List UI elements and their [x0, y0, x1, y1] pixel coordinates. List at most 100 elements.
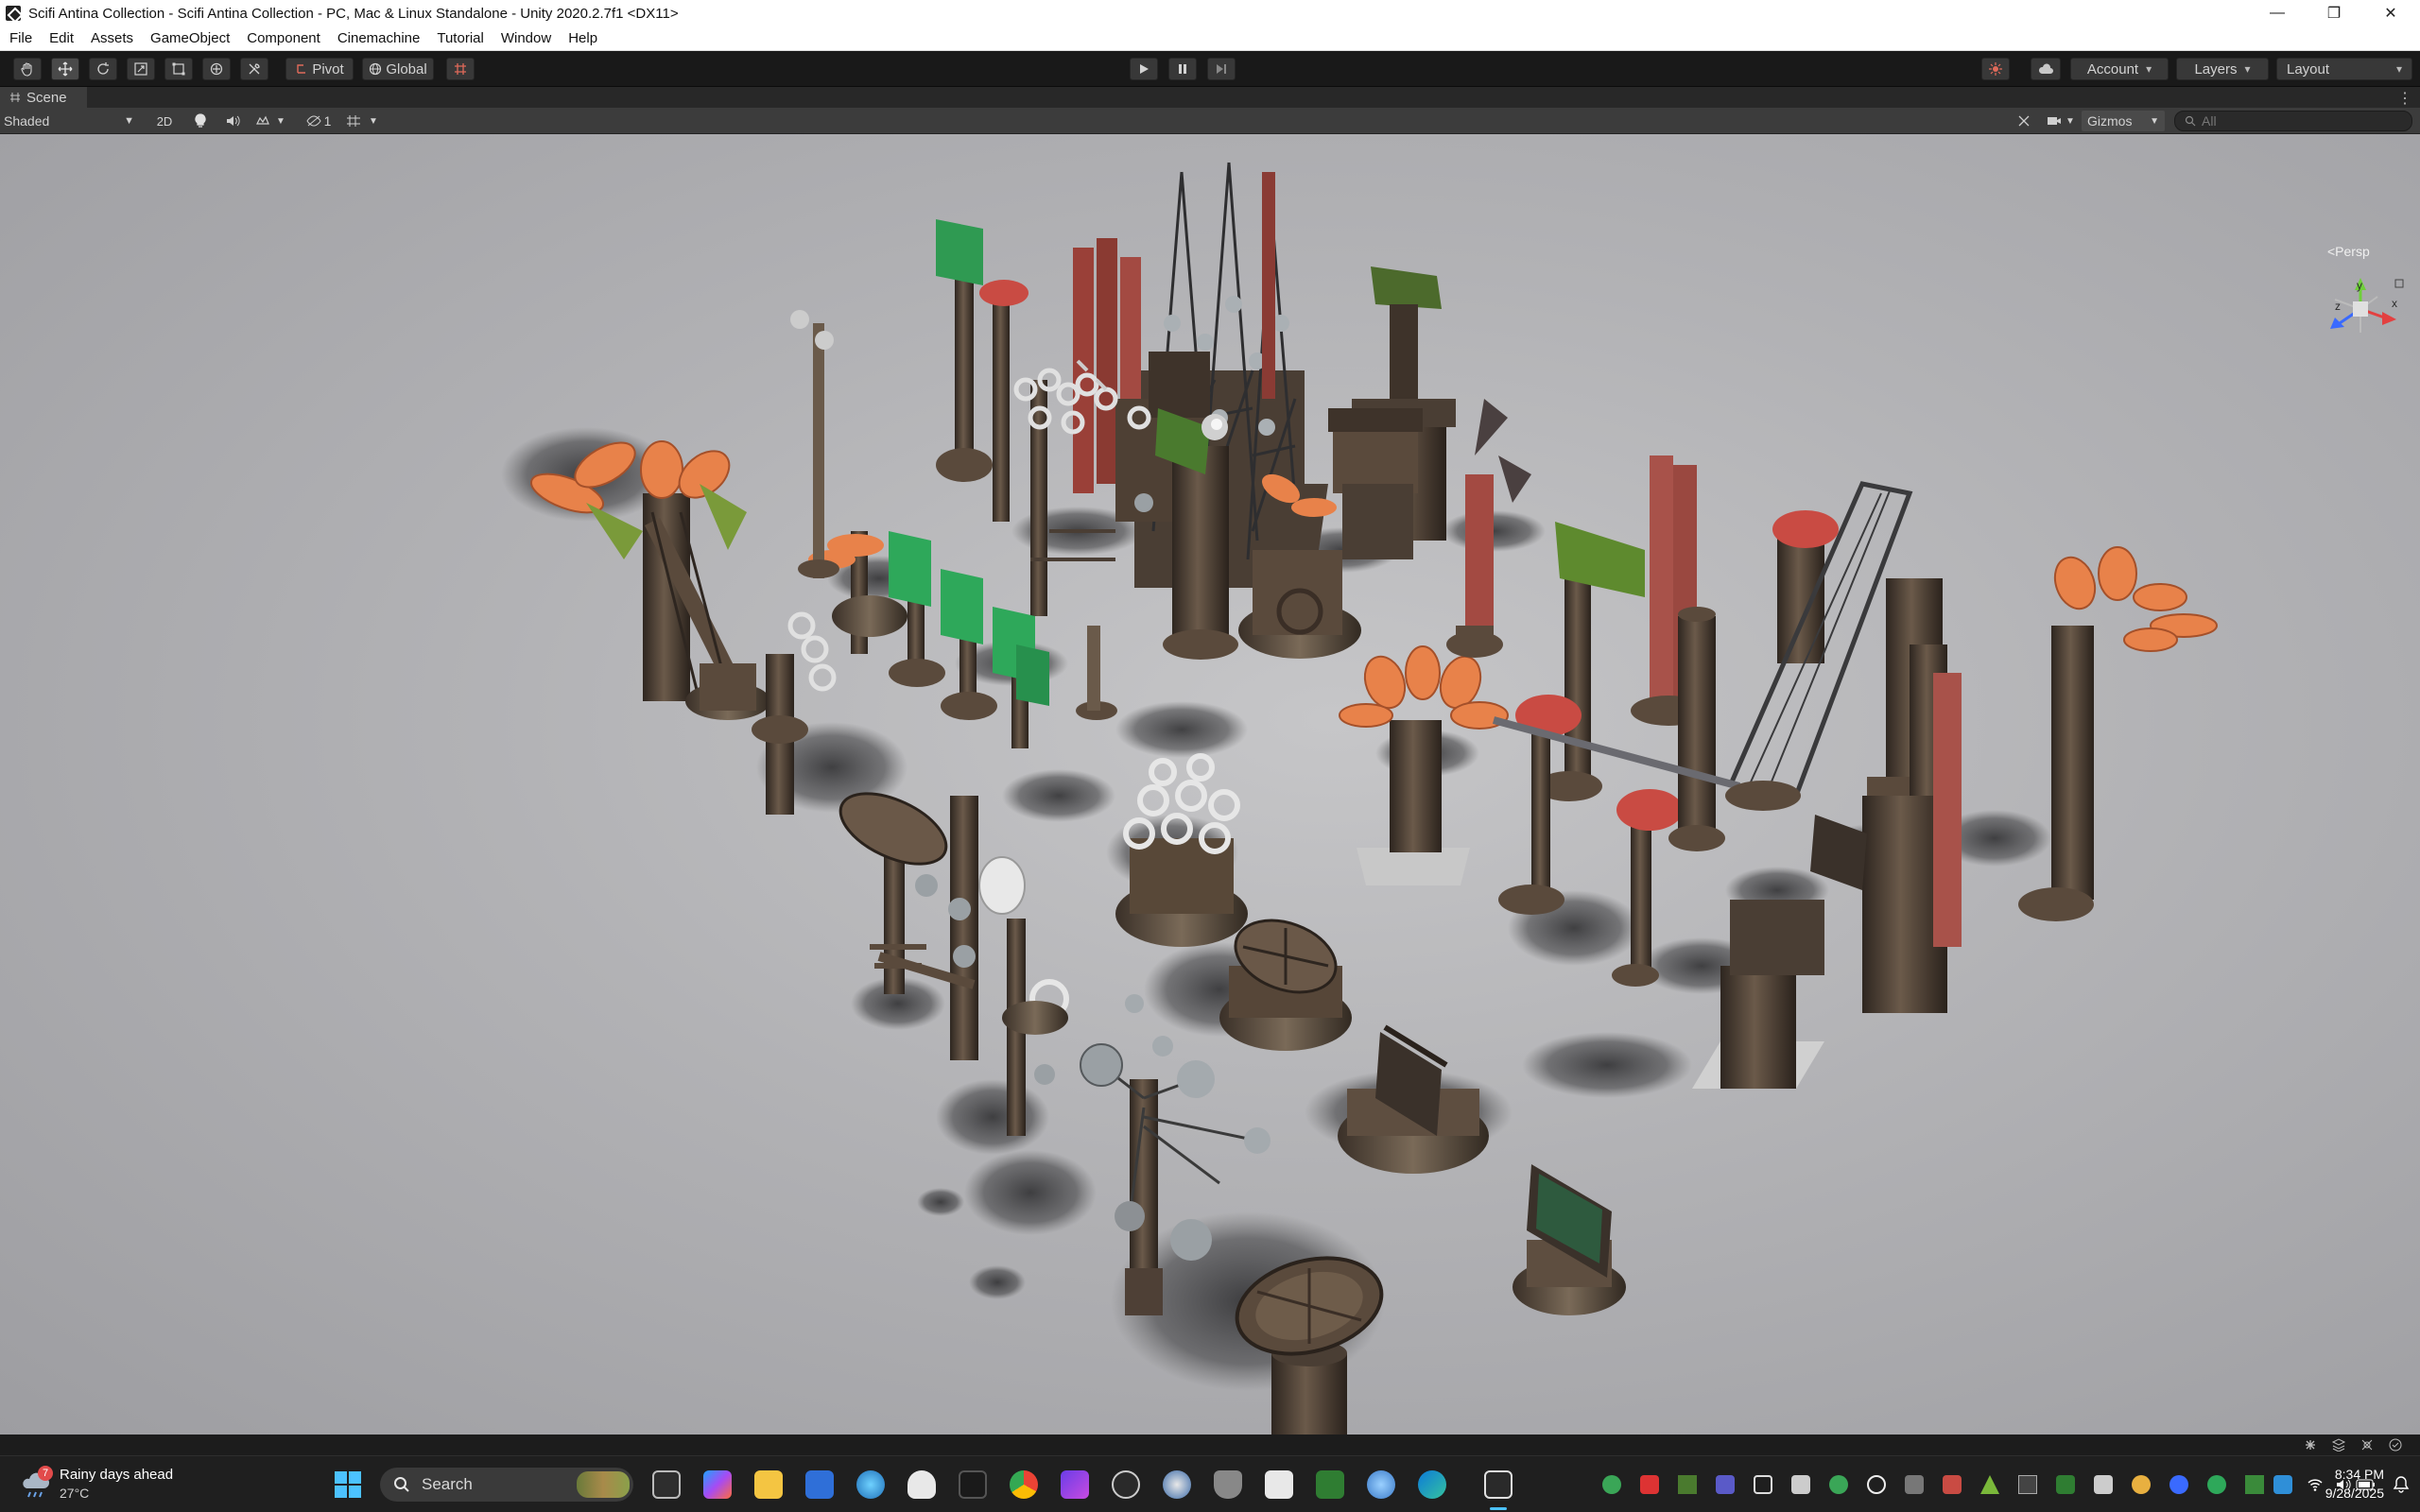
earth-app-icon[interactable]	[1367, 1470, 1395, 1499]
hand-tool-button[interactable]	[13, 58, 42, 80]
steam-icon[interactable]	[1112, 1470, 1140, 1499]
scene-tab-header: Scene ⋮	[0, 87, 2420, 108]
search-highlight-image	[577, 1471, 630, 1498]
audio-toggle[interactable]	[219, 111, 246, 131]
chevron-down-icon: ▼	[276, 115, 285, 127]
taskbar-search-box[interactable]: Search	[380, 1468, 633, 1502]
account-dropdown[interactable]: Account	[2070, 58, 2169, 80]
transform-tool-button[interactable]	[202, 58, 231, 80]
play-button[interactable]	[1130, 58, 1158, 80]
move-tool-button[interactable]	[51, 58, 79, 80]
draw-mode-dropdown[interactable]: Shaded ▼	[4, 111, 140, 131]
sheet-tray-icon[interactable]	[2245, 1475, 2264, 1494]
yellow-tray-icon[interactable]	[2132, 1475, 2151, 1494]
tab-options-icon[interactable]: ⋮	[2397, 89, 2412, 108]
nvidia-tray-icon[interactable]	[2056, 1475, 2075, 1494]
gizmos-dropdown[interactable]: Gizmos ▼	[2082, 111, 2165, 131]
xbox-tray-icon[interactable]	[1602, 1475, 1621, 1494]
clock-date[interactable]: 9/28/2025	[2297, 1486, 2384, 1501]
projection-label[interactable]: <Persp	[2327, 244, 2370, 259]
microphone-app-icon[interactable]	[1214, 1470, 1242, 1499]
microsoft-store-icon[interactable]	[805, 1470, 834, 1499]
dropbox-tray-icon[interactable]	[2273, 1475, 2292, 1494]
custom-tool-button[interactable]	[240, 58, 268, 80]
menu-cinemachine[interactable]: Cinemachine	[329, 30, 429, 46]
effects-dropdown[interactable]: ▼	[251, 111, 289, 131]
hidden-objects-toggle[interactable]: 1	[301, 111, 337, 131]
green-tray-icon[interactable]	[1829, 1475, 1848, 1494]
weather-widget[interactable]: 7	[19, 1466, 53, 1502]
step-button[interactable]	[1207, 58, 1236, 80]
maximize-button[interactable]: ❐	[2307, 0, 2361, 26]
edge-icon[interactable]	[1418, 1470, 1446, 1499]
check-circle-icon[interactable]	[2388, 1437, 2403, 1452]
menu-file[interactable]: File	[1, 30, 41, 46]
alien-app-icon[interactable]	[908, 1470, 936, 1499]
notepad-icon[interactable]	[1265, 1470, 1293, 1499]
notification-bell-icon[interactable]	[2392, 1475, 2411, 1494]
camera-dropdown[interactable]: ▼	[2042, 111, 2080, 131]
scene-search-input[interactable]: All	[2174, 111, 2412, 131]
menu-window[interactable]: Window	[493, 30, 560, 46]
security-tray-icon[interactable]	[1640, 1475, 1659, 1494]
lighting-toggle[interactable]	[187, 111, 214, 131]
media-app-icon[interactable]	[1061, 1470, 1089, 1499]
file-explorer-icon[interactable]	[754, 1470, 783, 1499]
red-tray-icon[interactable]	[1943, 1475, 1962, 1494]
collab-button[interactable]	[1981, 58, 2010, 80]
dark-app-icon[interactable]	[959, 1470, 987, 1499]
usb-tray-icon[interactable]	[2094, 1475, 2113, 1494]
chrome-icon[interactable]	[1010, 1470, 1038, 1499]
blender-icon[interactable]	[1163, 1470, 1191, 1499]
rotate-tool-button[interactable]	[89, 58, 117, 80]
rect-transform-icon	[172, 62, 185, 76]
nvidia-icon[interactable]	[1316, 1470, 1344, 1499]
close-button[interactable]: ✕	[2363, 0, 2418, 26]
debug-settings-icon[interactable]	[2303, 1438, 2318, 1452]
menu-assets[interactable]: Assets	[82, 30, 142, 46]
grid-snap-button[interactable]	[446, 58, 475, 80]
minimize-button[interactable]: —	[2250, 0, 2305, 26]
clock-time[interactable]: 8:34 PM	[2297, 1467, 2384, 1482]
copilot-icon[interactable]	[703, 1470, 732, 1499]
task-view-icon[interactable]	[652, 1470, 681, 1499]
2d-toggle[interactable]: 2D	[147, 111, 182, 131]
menu-tutorial[interactable]: Tutorial	[428, 30, 492, 46]
discord-tray-icon[interactable]	[1716, 1475, 1735, 1494]
weather-badge: 7	[38, 1466, 53, 1481]
lighting-bake-icon[interactable]	[2360, 1438, 2375, 1452]
layers-dropdown[interactable]: Layers	[2176, 58, 2269, 80]
rect-tool-button[interactable]	[164, 58, 193, 80]
tab-scene[interactable]: Scene	[0, 87, 87, 108]
scale-tool-button[interactable]	[127, 58, 155, 80]
cloud-button[interactable]	[2031, 58, 2061, 80]
menu-edit[interactable]: Edit	[41, 30, 82, 46]
cube-tray-icon[interactable]	[1791, 1475, 1810, 1494]
grid-visibility-dropdown[interactable]: ▼	[342, 111, 382, 131]
scene-viewport[interactable]: y x z <Persp	[0, 134, 2420, 1435]
menu-gameobject[interactable]: GameObject	[142, 30, 238, 46]
menu-help[interactable]: Help	[560, 30, 606, 46]
layers-stack-icon[interactable]	[2331, 1438, 2346, 1452]
tools-toggle[interactable]	[2014, 111, 2034, 131]
pivot-toggle[interactable]: Pivot	[285, 58, 354, 80]
window-title: Scifi Antina Collection - Scifi Antina C…	[28, 5, 679, 22]
triangle-tray-icon[interactable]	[1980, 1475, 1999, 1494]
cloud-sync-tray-icon[interactable]	[1905, 1475, 1924, 1494]
green-circle-tray-icon[interactable]	[2207, 1475, 2226, 1494]
orientation-gizmo[interactable]: y x z	[2330, 278, 2404, 333]
start-button[interactable]	[333, 1469, 363, 1500]
global-toggle[interactable]: Global	[362, 58, 434, 80]
blue-tray-icon[interactable]	[2169, 1475, 2188, 1494]
lightbulb-icon	[195, 113, 206, 128]
menu-component[interactable]: Component	[238, 30, 329, 46]
pause-button[interactable]	[1168, 58, 1197, 80]
vscode-tray-icon[interactable]	[1754, 1475, 1772, 1494]
grammarly-tray-icon[interactable]	[1867, 1475, 1886, 1494]
unity-taskbar-icon[interactable]	[1484, 1470, 1512, 1499]
layout-dropdown[interactable]: Layout	[2276, 58, 2412, 80]
epic-tray-icon[interactable]	[2018, 1475, 2037, 1494]
pause-icon	[1179, 64, 1186, 74]
editor-tray-icon[interactable]	[1678, 1475, 1697, 1494]
app-globe-icon[interactable]	[856, 1470, 885, 1499]
